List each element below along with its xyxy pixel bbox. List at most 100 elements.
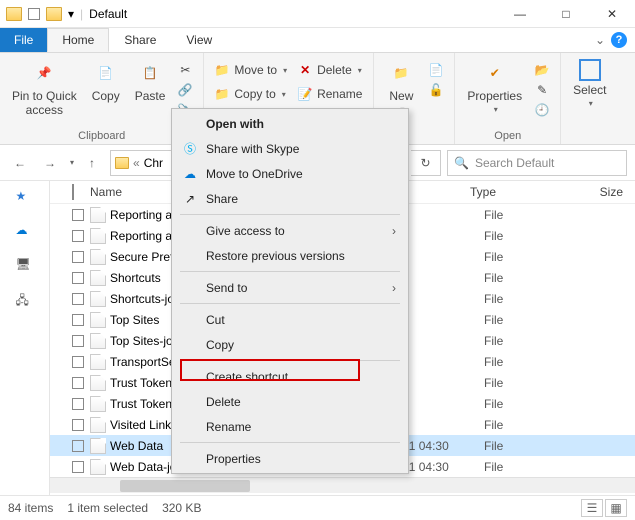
delete-button[interactable]: ✕Delete▾ xyxy=(293,61,366,79)
breadcrumb-text[interactable]: Chr xyxy=(144,156,163,170)
search-box[interactable]: 🔍 Search Default xyxy=(447,150,627,176)
ctx-copy[interactable]: Copy xyxy=(174,332,406,357)
row-checkbox[interactable] xyxy=(72,272,84,284)
file-type: File xyxy=(484,208,564,222)
paste-button[interactable]: 📋 Paste xyxy=(129,57,172,105)
clipboard-group-label: Clipboard xyxy=(6,128,197,142)
properties-icon: ✔ xyxy=(481,59,509,87)
properties-button[interactable]: ✔ Properties▾ xyxy=(461,57,528,117)
collapse-ribbon-icon[interactable]: ⌄ xyxy=(595,33,605,47)
copy-button[interactable]: 📄 Copy xyxy=(85,57,127,105)
thispc-icon[interactable]: 🖥 xyxy=(16,257,34,275)
file-type: File xyxy=(484,397,564,411)
copy-icon: 📄 xyxy=(92,59,120,87)
file-type: File xyxy=(484,229,564,243)
statusbar: 84 items 1 item selected 320 KB ☰ ▦ xyxy=(0,495,635,519)
easyaccess-small-button[interactable]: 🔓 xyxy=(424,81,448,99)
ctx-cut[interactable]: Cut xyxy=(174,307,406,332)
titlebar: ▾ | Default ― □ ✕ xyxy=(0,0,635,28)
submenu-arrow-icon: › xyxy=(392,224,396,238)
file-type: File xyxy=(484,376,564,390)
ctx-share[interactable]: ↗Share xyxy=(174,186,406,211)
row-checkbox[interactable] xyxy=(72,377,84,389)
skype-icon: Ⓢ xyxy=(182,141,198,157)
file-type: File xyxy=(484,460,564,474)
ctx-open-with[interactable]: Open with xyxy=(174,111,406,136)
addr-folder-icon xyxy=(115,157,129,169)
ctx-send-to[interactable]: Send to› xyxy=(174,275,406,300)
cut-small-button[interactable]: ✂ xyxy=(173,61,197,79)
row-checkbox[interactable] xyxy=(72,230,84,242)
menubar: File Home Share View ⌄ ? xyxy=(0,28,635,53)
view-icons-button[interactable]: ▦ xyxy=(605,499,627,517)
minimize-button[interactable]: ― xyxy=(497,0,543,28)
rename-icon: 📝 xyxy=(297,86,313,102)
close-button[interactable]: ✕ xyxy=(589,0,635,28)
copypath-small-button[interactable]: 🔗 xyxy=(173,81,197,99)
share-tab[interactable]: Share xyxy=(109,28,171,52)
search-placeholder: Search Default xyxy=(475,156,554,170)
moveto-button[interactable]: 📁Move to▾ xyxy=(210,61,291,79)
pin-button[interactable]: 📌 Pin to Quick access xyxy=(6,57,83,120)
row-checkbox[interactable] xyxy=(72,419,84,431)
ctx-rename[interactable]: Rename xyxy=(174,414,406,439)
row-checkbox[interactable] xyxy=(72,335,84,347)
file-icon xyxy=(90,354,106,370)
row-checkbox[interactable] xyxy=(72,440,84,452)
history-dropdown[interactable]: ▾ xyxy=(70,158,74,167)
paste-icon: 📋 xyxy=(136,59,164,87)
row-checkbox[interactable] xyxy=(72,314,84,326)
ctx-delete[interactable]: Delete xyxy=(174,389,406,414)
copyto-icon: 📁 xyxy=(214,86,230,102)
ctx-properties[interactable]: Properties xyxy=(174,446,406,471)
copyto-button[interactable]: 📁Copy to▾ xyxy=(210,85,291,103)
back-button[interactable]: ← xyxy=(8,151,32,175)
home-tab[interactable]: Home xyxy=(47,28,109,52)
refresh-button[interactable]: ↻ xyxy=(411,150,441,176)
edit-small-button[interactable]: ✎ xyxy=(530,81,554,99)
help-icon[interactable]: ? xyxy=(611,32,627,48)
share-icon: ↗ xyxy=(182,191,198,207)
qa-checkbox[interactable] xyxy=(28,8,40,20)
forward-button[interactable]: → xyxy=(38,151,62,175)
row-checkbox[interactable] xyxy=(72,293,84,305)
file-tab[interactable]: File xyxy=(0,28,47,52)
up-button[interactable]: ↑ xyxy=(80,151,104,175)
file-icon xyxy=(90,312,106,328)
ctx-create-shortcut[interactable]: Create shortcut xyxy=(174,364,406,389)
ctx-give-access[interactable]: Give access to› xyxy=(174,218,406,243)
ctx-restore[interactable]: Restore previous versions xyxy=(174,243,406,268)
row-checkbox[interactable] xyxy=(72,209,84,221)
newitem-small-button[interactable]: 📄 xyxy=(424,61,448,79)
pin-icon: 📌 xyxy=(30,59,58,87)
horizontal-scrollbar[interactable] xyxy=(50,477,635,493)
ctx-move-onedrive[interactable]: ☁Move to OneDrive xyxy=(174,161,406,186)
network-icon[interactable]: 🖧 xyxy=(16,291,34,309)
row-checkbox[interactable] xyxy=(72,356,84,368)
file-type: File xyxy=(484,271,564,285)
search-icon: 🔍 xyxy=(454,156,469,170)
breadcrumb-seg[interactable]: « xyxy=(133,156,140,170)
file-icon xyxy=(90,375,106,391)
view-details-button[interactable]: ☰ xyxy=(581,499,603,517)
row-checkbox[interactable] xyxy=(72,251,84,263)
file-icon xyxy=(90,459,106,475)
select-button[interactable]: Select▾ xyxy=(567,57,612,111)
rename-button[interactable]: 📝Rename xyxy=(293,85,366,103)
maximize-button[interactable]: □ xyxy=(543,0,589,28)
row-checkbox[interactable] xyxy=(72,461,84,473)
file-type: File xyxy=(484,418,564,432)
moveto-icon: 📁 xyxy=(214,62,230,78)
open-small-button[interactable]: 📂 xyxy=(530,61,554,79)
sep: | xyxy=(80,7,83,21)
row-checkbox[interactable] xyxy=(72,398,84,410)
view-tab[interactable]: View xyxy=(171,28,227,52)
quickaccess-icon[interactable]: ★ xyxy=(16,189,34,207)
onedrive-icon[interactable]: ☁ xyxy=(16,223,34,241)
nav-sidebar: ★ ☁ 🖥 🖧 xyxy=(0,181,50,495)
path-icon: 🔗 xyxy=(177,82,193,98)
history-small-button[interactable]: 🕘 xyxy=(530,101,554,119)
file-type: File xyxy=(484,439,564,453)
ctx-share-skype[interactable]: ⓈShare with Skype xyxy=(174,136,406,161)
select-icon xyxy=(579,59,601,81)
